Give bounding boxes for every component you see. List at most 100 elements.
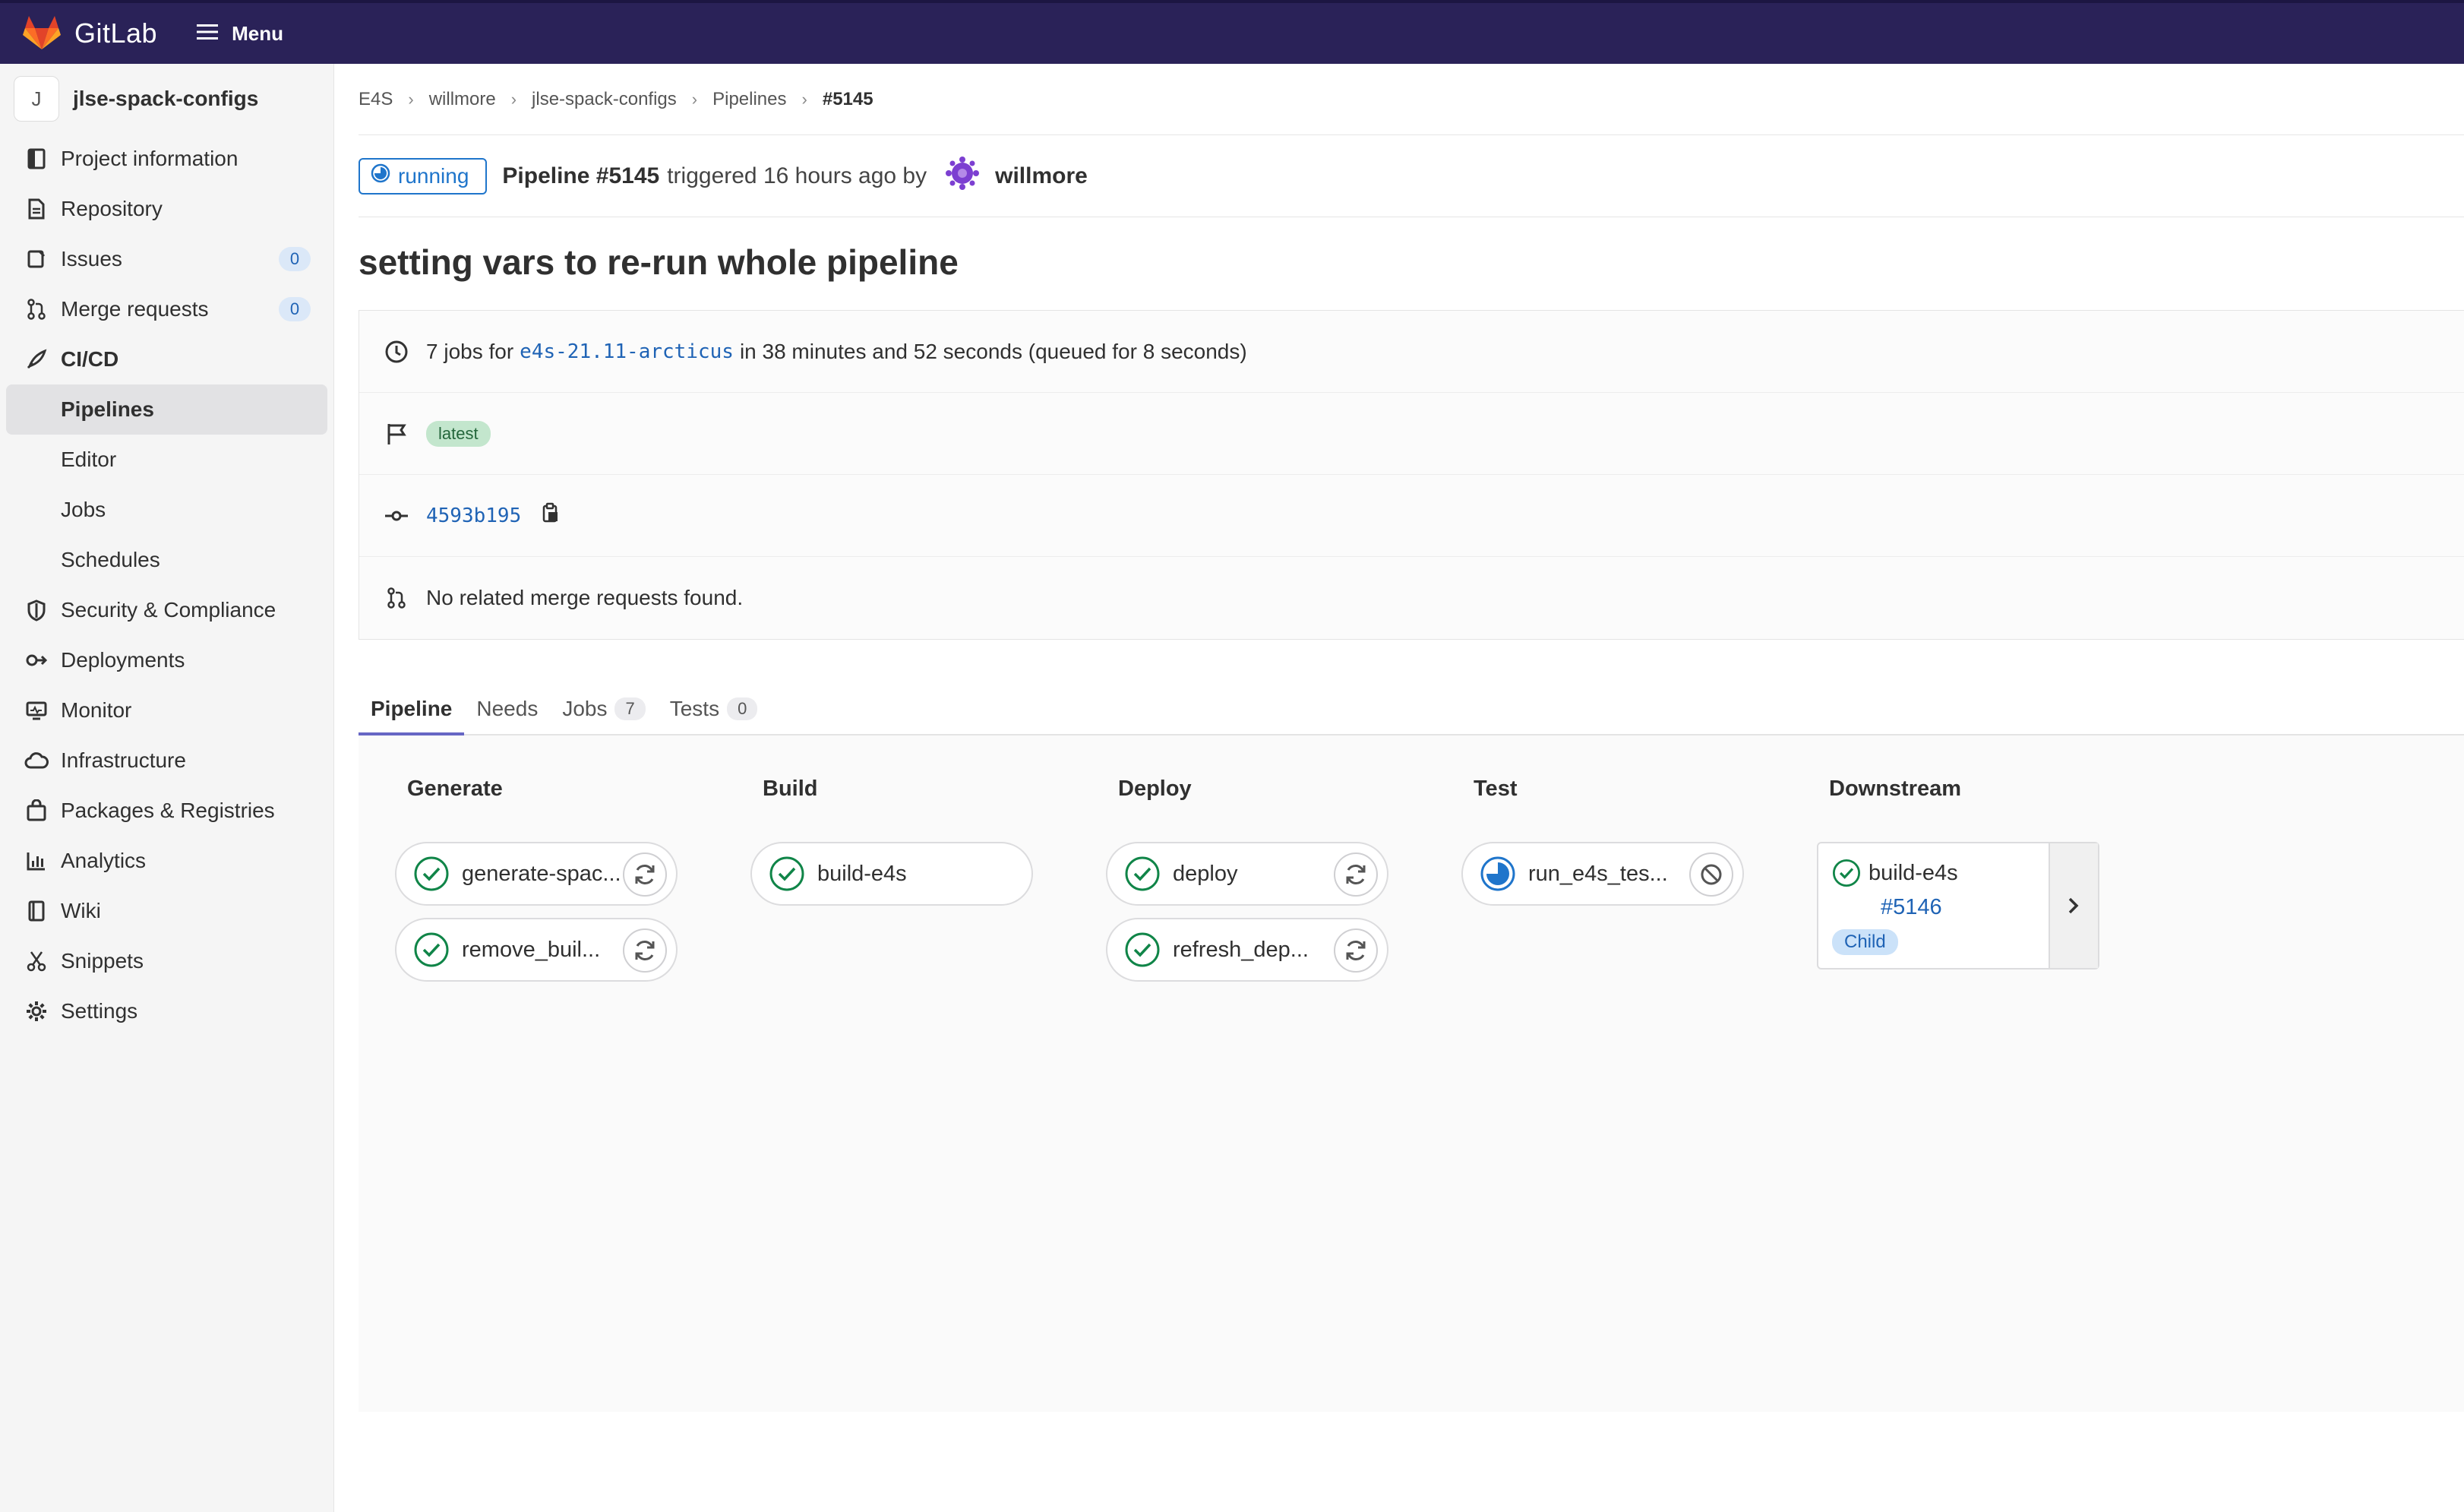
ref-link[interactable]: e4s-21.11-arcticus — [520, 340, 734, 363]
sidebar-item-label: Snippets — [61, 949, 144, 973]
sidebar-item-issues[interactable]: Issues 0 — [0, 234, 333, 284]
breadcrumb-willmore[interactable]: willmore — [429, 89, 496, 110]
job-name: deploy — [1173, 861, 1238, 886]
chevron-right-icon: › — [801, 89, 807, 109]
tab-label: Tests — [669, 697, 720, 720]
job-name: run_e4s_tes... — [1528, 861, 1668, 886]
flag-icon — [384, 421, 409, 447]
tab-jobs[interactable]: Jobs 7 — [550, 684, 657, 734]
sidebar-subitem-pipelines[interactable]: Pipelines — [6, 384, 327, 435]
job-run-e4s-tests[interactable]: run_e4s_tes... — [1461, 842, 1744, 906]
sidebar-item-security-compliance[interactable]: Security & Compliance — [0, 585, 333, 635]
main-content: E4S › willmore › jlse-spack-configs › Pi… — [359, 64, 2464, 1512]
sidebar-item-repository[interactable]: Repository — [0, 184, 333, 234]
retry-icon — [635, 941, 655, 960]
sidebar-item-cicd[interactable]: CI/CD — [0, 334, 333, 384]
commit-row: 4593b195 — [359, 475, 2464, 557]
pipeline-info-box: 7 jobs for e4s-21.11-arcticus in 38 minu… — [359, 310, 2464, 640]
brand-name: GitLab — [74, 17, 158, 49]
cancel-icon — [1701, 864, 1722, 885]
jobs-summary-row: 7 jobs for e4s-21.11-arcticus in 38 minu… — [359, 311, 2464, 393]
menu-button[interactable]: Menu — [197, 22, 283, 46]
success-status-icon — [414, 932, 449, 967]
job-deploy[interactable]: deploy — [1106, 842, 1388, 906]
sidebar-item-analytics[interactable]: Analytics — [0, 836, 333, 886]
child-badge: Child — [1832, 929, 1898, 955]
downstream-body: build-e4s #5146 Child — [1818, 843, 2049, 968]
sidebar-item-monitor[interactable]: Monitor — [0, 685, 333, 735]
tab-count: 0 — [727, 697, 758, 720]
expand-downstream-button[interactable] — [2048, 843, 2098, 968]
stage-title-build: Build — [763, 777, 818, 801]
wiki-icon — [23, 897, 50, 925]
sidebar: J jlse-spack-configs Project information… — [0, 64, 334, 1512]
sidebar-subitem-jobs[interactable]: Jobs — [0, 485, 333, 535]
cancel-button[interactable] — [1689, 852, 1733, 897]
sidebar-subitem-schedules[interactable]: Schedules — [0, 535, 333, 585]
status-label: running — [398, 163, 469, 188]
retry-icon — [1346, 941, 1366, 960]
sidebar-item-label: Settings — [61, 999, 138, 1023]
downstream-header: build-e4s — [1832, 859, 2049, 887]
merge-requests-count-badge: 0 — [279, 297, 311, 321]
job-name: refresh_dep... — [1173, 937, 1309, 962]
project-name: jlse-spack-configs — [73, 87, 259, 110]
sidebar-item-snippets[interactable]: Snippets — [0, 936, 333, 986]
retry-button[interactable] — [1334, 928, 1378, 973]
menu-label: Menu — [232, 21, 283, 45]
sidebar-item-label: CI/CD — [61, 347, 119, 371]
copy-icon[interactable] — [541, 501, 561, 530]
cloud-icon — [23, 747, 50, 774]
tab-label: Pipeline — [371, 697, 453, 720]
chevron-right-icon: › — [510, 89, 517, 109]
downstream-pipeline-link[interactable]: #5146 — [1881, 895, 2049, 920]
job-build-e4s[interactable]: build-e4s — [750, 842, 1033, 906]
merge-request-icon — [384, 585, 409, 611]
retry-button[interactable] — [1334, 852, 1378, 897]
commit-sha-link[interactable]: 4593b195 — [426, 505, 521, 527]
success-status-icon — [1832, 859, 1861, 887]
job-remove-build[interactable]: remove_buil... — [395, 918, 678, 982]
issues-count-badge: 0 — [279, 247, 311, 271]
sidebar-item-packages-registries[interactable]: Packages & Registries — [0, 786, 333, 836]
retry-icon — [1346, 865, 1366, 884]
doc-icon — [23, 195, 50, 223]
avatar[interactable] — [945, 156, 980, 197]
commit-icon — [384, 503, 409, 529]
breadcrumb-current[interactable]: #5145 — [823, 89, 873, 110]
issues-icon — [23, 245, 50, 273]
sidebar-item-merge-requests[interactable]: Merge requests 0 — [0, 284, 333, 334]
tab-tests[interactable]: Tests 0 — [658, 684, 770, 734]
downstream-pipeline-card[interactable]: build-e4s #5146 Child — [1817, 842, 2099, 970]
status-badge[interactable]: running — [359, 157, 488, 195]
tab-label: Needs — [476, 697, 539, 720]
sidebar-item-project-information[interactable]: Project information — [0, 134, 333, 184]
retry-button[interactable] — [623, 928, 667, 973]
sidebar-item-deployments[interactable]: Deployments — [0, 635, 333, 685]
gitlab-home-link[interactable]: GitLab — [23, 14, 157, 53]
sidebar-item-settings[interactable]: Settings — [0, 986, 333, 1036]
sidebar-item-label: Repository — [61, 197, 163, 220]
stage-title-generate: Generate — [407, 777, 503, 801]
job-name: build-e4s — [817, 861, 907, 886]
retry-button[interactable] — [623, 852, 667, 897]
pipeline-header: running Pipeline #5145 triggered 16 hour… — [359, 135, 2464, 217]
tab-label: Jobs — [562, 697, 608, 720]
running-status-icon — [371, 163, 390, 188]
breadcrumb-e4s[interactable]: E4S — [359, 89, 393, 110]
tags-row: latest — [359, 393, 2464, 475]
sidebar-item-wiki[interactable]: Wiki — [0, 886, 333, 936]
sidebar-subitem-editor[interactable]: Editor — [0, 435, 333, 485]
hamburger-icon — [197, 22, 219, 46]
author-link[interactable]: willmore — [995, 163, 1088, 189]
sidebar-item-label: Wiki — [61, 899, 101, 922]
sidebar-project-header[interactable]: J jlse-spack-configs — [0, 64, 333, 134]
breadcrumb-pipelines[interactable]: Pipelines — [712, 89, 786, 110]
job-generate-spack[interactable]: generate-spac... — [395, 842, 678, 906]
breadcrumb-project[interactable]: jlse-spack-configs — [532, 89, 677, 110]
page-title: setting vars to re-run whole pipeline — [359, 242, 959, 282]
tab-pipeline[interactable]: Pipeline — [359, 685, 465, 735]
job-refresh-deploy[interactable]: refresh_dep... — [1106, 918, 1388, 982]
tab-needs[interactable]: Needs — [464, 684, 550, 734]
sidebar-item-infrastructure[interactable]: Infrastructure — [0, 735, 333, 786]
